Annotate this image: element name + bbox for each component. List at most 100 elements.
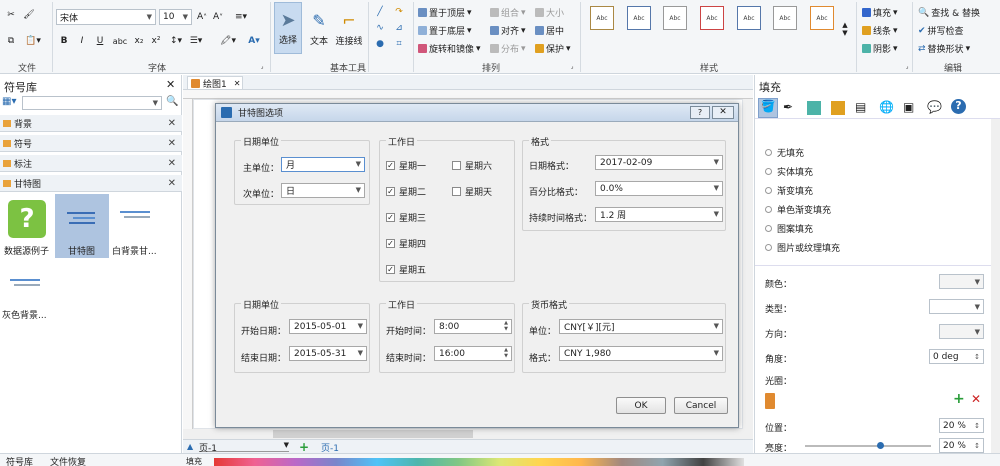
superscript-icon[interactable]: x² [150, 35, 162, 47]
add-page-icon[interactable]: + [299, 440, 309, 454]
replace-shape-button[interactable]: ⇄ 替换形状 ▾ [918, 42, 970, 56]
select-tool-button[interactable]: ➤ 选择 [274, 2, 302, 54]
direction-select[interactable]: ▼ [939, 324, 984, 339]
spinner-icon[interactable]: ↕ [974, 442, 980, 450]
distribute-button[interactable]: 分布 ▾ [490, 42, 526, 55]
brightness-slider[interactable] [805, 442, 931, 449]
font-name-select[interactable]: 宋体 ▼ [56, 9, 156, 25]
library-menu-icon[interactable]: ▦▾ [2, 96, 20, 110]
copy-icon[interactable]: ⧉ [4, 34, 18, 48]
position-input[interactable]: 20 % ↕ [939, 418, 984, 433]
close-icon[interactable]: ✕ [168, 158, 176, 169]
end-date-picker[interactable]: 2015-05-31 ▼ [289, 346, 367, 361]
fill-button[interactable]: 填充 ▾ [862, 6, 898, 19]
spinner-icon[interactable]: ↕ [974, 422, 980, 430]
scrollbar-thumb[interactable] [273, 430, 473, 438]
major-unit-select[interactable]: 月 ▼ [281, 157, 365, 172]
spell-check-button[interactable]: ✔ 拼写检查 [918, 24, 964, 38]
close-icon[interactable]: ✕ [168, 178, 176, 189]
start-date-picker[interactable]: 2015-05-01 ▼ [289, 319, 367, 334]
shadow-button[interactable]: 阴影 ▾ [862, 42, 898, 55]
library-row-gantt[interactable]: 甘特图 ✕ [0, 175, 182, 192]
color-palette-strip[interactable] [214, 458, 744, 466]
page-tab-icon[interactable]: ▤ [855, 100, 866, 114]
fill-option-solid[interactable]: 实体填充 [765, 165, 813, 178]
align-icon[interactable]: ≡▾ [232, 10, 250, 24]
slider-handle[interactable] [877, 442, 884, 449]
italic-icon[interactable]: I [76, 35, 88, 47]
library-search-input[interactable]: ▼ [22, 96, 162, 110]
format-painter-icon[interactable]: 🖌 [22, 8, 36, 22]
highlight-icon[interactable]: 🖍▾ [218, 35, 238, 47]
percent-format-select[interactable]: 0.0% ▼ [595, 181, 723, 196]
style-preset-3[interactable]: Abc [663, 6, 687, 30]
bring-front-button[interactable]: 置于顶层 ▾ [418, 6, 472, 19]
checkbox-thursday[interactable]: ✓ 星期四 [386, 237, 426, 250]
spinner-icon[interactable]: ▲ ▼ [502, 320, 510, 333]
font-size-select[interactable]: 10 ▼ [159, 9, 192, 25]
checkbox-friday[interactable]: ✓ 星期五 [386, 263, 426, 276]
line-button[interactable]: 线条 ▾ [862, 24, 898, 37]
dialog-launcher-icon[interactable]: ⌟ [903, 62, 911, 70]
line-tab-icon[interactable]: ✒ [783, 100, 793, 114]
protect-button[interactable]: 保护 ▾ [535, 42, 571, 55]
layer-tab-icon[interactable] [831, 101, 845, 115]
library-row-callout[interactable]: 标注 ✕ [0, 155, 182, 172]
style-preset-6[interactable]: Abc [773, 6, 797, 30]
currency-unit-select[interactable]: CNY[￥][元] ▼ [559, 319, 723, 334]
ok-button[interactable]: OK [616, 397, 666, 414]
fill-option-pattern[interactable]: 图案填充 [765, 222, 813, 235]
bold-icon[interactable]: B [58, 35, 70, 47]
status-tab-library[interactable]: 符号库 [6, 455, 33, 466]
text-tool-button[interactable]: ✎ 文本 [306, 4, 332, 54]
page-select[interactable]: 页-1 ▼ [199, 441, 289, 454]
subscript-icon[interactable]: x₂ [133, 35, 145, 47]
fill-option-none[interactable]: 无填充 [765, 146, 804, 159]
send-back-button[interactable]: 置于底层 ▾ [418, 24, 472, 37]
align-button[interactable]: 对齐 ▾ [490, 24, 526, 37]
curve-shape-icon[interactable]: ∿ [373, 22, 387, 34]
type-select[interactable]: ▼ [929, 299, 984, 314]
cut-icon[interactable]: ✂ [4, 8, 18, 22]
end-time-input[interactable]: 16:00 ▲ ▼ [434, 346, 512, 361]
add-stop-icon[interactable]: + [953, 391, 965, 407]
horizontal-scrollbar[interactable] [183, 429, 753, 439]
spinner-icon[interactable]: ↕ [974, 353, 980, 361]
data-source-thumb[interactable]: ? [8, 200, 46, 238]
list-icon[interactable]: ☰▾ [188, 35, 204, 47]
color-picker[interactable]: ▼ [939, 274, 984, 289]
library-row-symbol[interactable]: 符号 ✕ [0, 135, 182, 152]
find-replace-button[interactable]: 🔍 查找 & 替换 [918, 6, 980, 20]
style-preset-5[interactable]: Abc [737, 6, 761, 30]
help-icon[interactable]: ? [690, 106, 710, 119]
gray-gantt-thumb[interactable] [6, 275, 50, 293]
cancel-button[interactable]: Cancel [674, 397, 728, 414]
size-button[interactable]: 大小 [535, 6, 564, 19]
style-preset-7[interactable]: Abc [810, 6, 834, 30]
ellipse-shape-icon[interactable]: ● [373, 38, 387, 50]
vertical-scrollbar[interactable] [743, 99, 753, 429]
close-icon[interactable]: ✕ [166, 78, 175, 91]
currency-format-select[interactable]: CNY 1,980 ▼ [559, 346, 723, 361]
fill-option-gradient[interactable]: 渐变填充 [765, 184, 813, 197]
line-spacing-icon[interactable]: ↕▾ [168, 35, 184, 47]
library-row-background[interactable]: 背景 ✕ [0, 115, 182, 132]
checkbox-wednesday[interactable]: ✓ 星期三 [386, 211, 426, 224]
angle-input[interactable]: 0 deg ↕ [929, 349, 984, 364]
white-gantt-thumb[interactable] [116, 207, 160, 225]
checkbox-saturday[interactable]: 星期六 [452, 159, 492, 172]
group-button[interactable]: 组合 ▾ [490, 6, 526, 19]
gradient-stop-marker[interactable] [765, 393, 775, 409]
globe-icon[interactable]: 🌐 [879, 100, 894, 114]
style-preset-1[interactable]: Abc [590, 6, 614, 30]
duration-format-select[interactable]: 1.2 周 ▼ [595, 207, 723, 222]
help-icon[interactable]: ? [951, 99, 966, 114]
strikethrough-icon[interactable]: abc [112, 35, 128, 47]
fill-tab-icon[interactable]: 🪣 [758, 98, 778, 118]
grow-font-icon[interactable]: A ˄ [196, 10, 208, 24]
document-tab[interactable]: 绘图1 ✕ [187, 76, 243, 90]
rotate-button[interactable]: 旋转和镜像 ▾ [418, 42, 481, 55]
dialog-launcher-icon[interactable]: ⌟ [568, 62, 576, 70]
close-icon[interactable]: ✕ [168, 118, 176, 129]
shadow-tab-icon[interactable] [807, 101, 821, 115]
